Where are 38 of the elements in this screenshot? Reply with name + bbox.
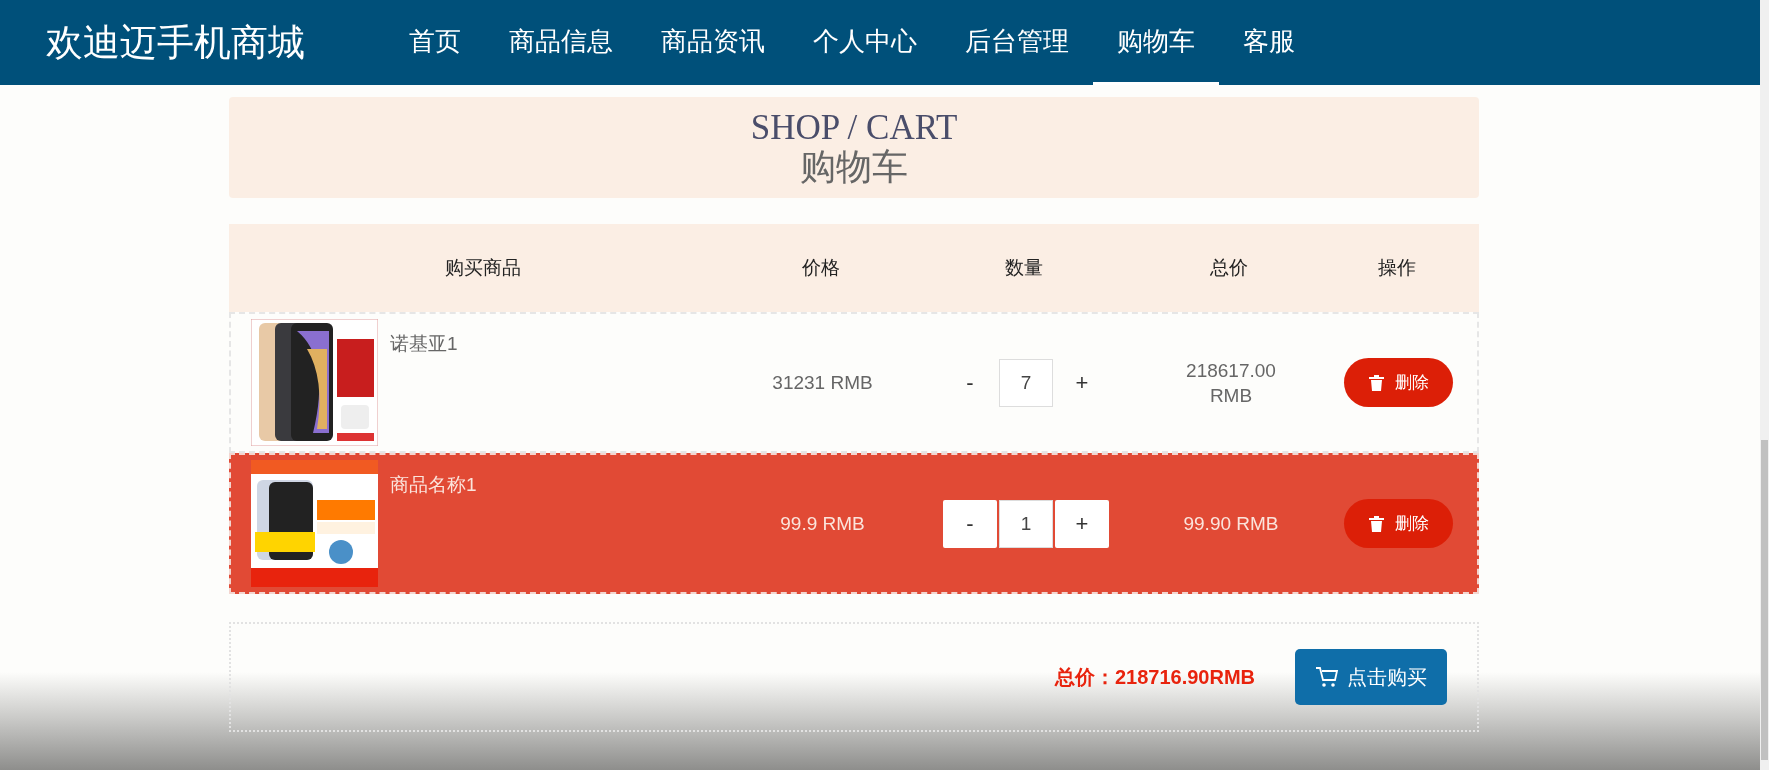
nav-tab[interactable]: 客服: [1219, 0, 1319, 85]
quantity-field[interactable]: 7: [999, 358, 1053, 407]
banner-title: SHOP / CART: [750, 108, 958, 147]
trash-icon: [1368, 514, 1385, 533]
trash-icon: [1368, 373, 1385, 392]
total-price-text: 总价：218716.90RMB: [1054, 664, 1255, 690]
cart-row[interactable]: 商品名称1 99.9 RMB - 1 + 99.90 RMB 删除: [229, 453, 1479, 594]
nav-tab[interactable]: 购物车: [1093, 0, 1219, 85]
delete-button[interactable]: 删除: [1344, 358, 1453, 407]
product-name: 诺基亚1: [390, 332, 458, 356]
brand-title: 欢迪迈手机商城: [46, 20, 305, 65]
cart-icon: [1315, 666, 1339, 688]
nav-tab[interactable]: 商品资讯: [637, 0, 789, 85]
total-text: 218617.00 RMB: [1185, 358, 1277, 408]
nav-tab[interactable]: 商品信息: [485, 0, 637, 85]
total-text: 99.90 RMB: [1182, 512, 1280, 536]
scrollbar[interactable]: [1760, 0, 1769, 770]
increase-button[interactable]: +: [1055, 358, 1109, 407]
price-text: 99.9 RMB: [779, 512, 866, 536]
column-header: 总价: [1209, 256, 1249, 280]
decrease-button[interactable]: -: [943, 499, 997, 548]
column-header: 操作: [1376, 256, 1417, 280]
banner-subtitle: 购物车: [800, 146, 908, 187]
cart-row[interactable]: 诺基亚1 31231 RMB - 7 + 218617.00 RMB 删除: [229, 312, 1479, 453]
product-name: 商品名称1: [390, 473, 477, 497]
increase-button[interactable]: +: [1055, 499, 1109, 548]
nav-tab[interactable]: 个人中心: [789, 0, 941, 85]
column-header: 数量: [1004, 256, 1044, 280]
column-header: 价格: [800, 256, 841, 280]
price-text: 31231 RMB: [771, 371, 874, 395]
delete-button[interactable]: 删除: [1344, 499, 1453, 548]
scrollbar-thumb[interactable]: [1761, 440, 1768, 760]
nav-tab[interactable]: 首页: [385, 0, 485, 85]
nav-tab[interactable]: 后台管理: [941, 0, 1093, 85]
column-header: 购买商品: [444, 256, 522, 280]
quantity-field[interactable]: 1: [999, 499, 1053, 548]
decrease-button[interactable]: -: [943, 358, 997, 407]
buy-button[interactable]: 点击购买: [1295, 649, 1447, 705]
